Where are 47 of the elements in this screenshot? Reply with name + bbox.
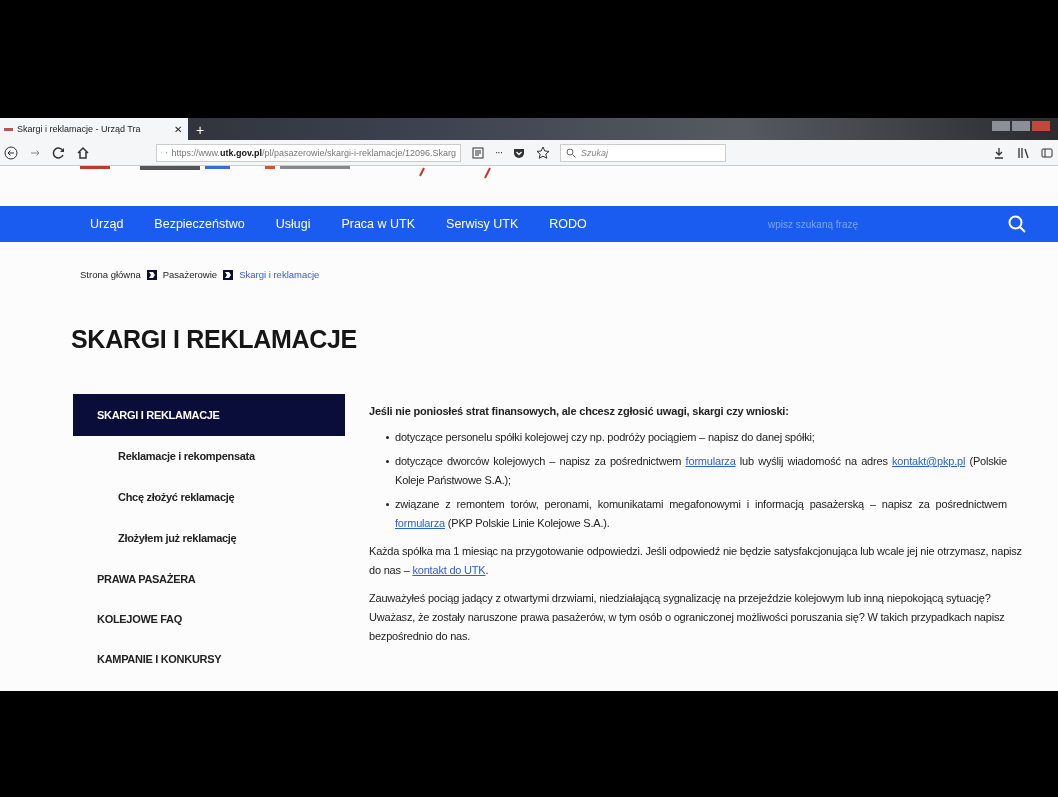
reload-icon[interactable] — [52, 145, 66, 160]
search-icon[interactable] — [1008, 215, 1026, 233]
nav-link[interactable]: RODO — [549, 217, 587, 231]
sidebar-item[interactable]: PRAWA PASAŻERA — [73, 559, 345, 599]
text-link[interactable]: formularza — [685, 455, 736, 467]
star-icon[interactable] — [536, 145, 550, 160]
breadcrumb-link[interactable]: Strona główna — [80, 269, 141, 280]
more-actions-button[interactable]: ··· — [495, 147, 502, 158]
browser-tab[interactable]: Skargi i reklamacje - Urząd Tra ✕ — [0, 118, 188, 140]
paragraph: Zauważyłeś pociąg jadący z otwartymi drzwiami, niedziałającą sygnalizację na przejeździe kolejowym lub inną niepokojącą sytuację? Uważasz, że zostały naruszone prawa pasażerów, w tym osób o ograniczonej możliwości poruszania się? W takich przypadkach napisz bezpośrednio do nas. — [369, 591, 1006, 644]
breadcrumb-separator-icon — [223, 269, 234, 280]
tab-title: Skargi i reklamacje - Urząd Tra — [17, 124, 142, 134]
page-title: SKARGI I REKLAMACJE — [71, 325, 358, 354]
search-input[interactable]: wpisz szukaną frazę — [768, 218, 968, 230]
home-icon[interactable] — [76, 145, 90, 160]
bullet-item: dotyczące personelu spółki kolejowej czy np. podróży pociągiem – napisz do danej spółki; — [386, 428, 1007, 447]
back-icon[interactable] — [4, 145, 18, 160]
breadcrumb-separator-icon — [146, 269, 157, 280]
sidebar-subitem[interactable]: Chcę złożyć reklamację — [73, 477, 345, 518]
nav-link[interactable]: Usługi — [275, 217, 311, 231]
nav-link[interactable]: Serwisy UTK — [446, 217, 519, 231]
download-icon[interactable] — [992, 145, 1006, 160]
breadcrumb-link[interactable]: Pasażerowie — [162, 269, 218, 280]
address-bar[interactable]: https://www.utk.gov.pl/pl/pasazerowie/skargi-i-reklamacje/12096.Skarg — [156, 143, 461, 162]
lead-text: Jeśli nie poniosłeś strat finansowych, ale chcesz zgłosić uwagi, skargi czy wnioski: — [369, 404, 790, 419]
bullet-item: dotyczące dworców kolejowych – napisz za pośrednictwem formularza lub wyślij wiadomość na adres kontakt@pkp.pl (Polskie Koleje Państwowe S.A.); — [386, 452, 1007, 490]
search-icon — [566, 147, 576, 158]
nav-link[interactable]: Urząd — [90, 217, 124, 231]
paragraph: Każda spółka ma 1 miesiąc na przygotowanie odpowiedzi. Jeśli odpowiedź nie będzie satysfakcjonująca lub wcale jej nie otrzymasz, napisz do nas – kontakt do UTK. — [369, 544, 1023, 578]
search-field[interactable]: Szukaj — [560, 143, 726, 162]
sidebar-subitem[interactable]: Złożyłem już reklamację — [73, 518, 345, 559]
text-link[interactable]: kontakt@pkp.pl — [892, 455, 966, 467]
bullet-item: związane z remontem torów, peronami, komunikatami megafonowymi i informacją pasażerską – napisz za pośrednictwem formularza (PKP Polskie Linie Kolejowe S.A.). — [386, 495, 1007, 533]
close-tab-button[interactable]: ✕ — [174, 123, 182, 135]
new-tab-button[interactable]: + — [188, 120, 213, 140]
sidebar-item[interactable]: KAMPANIE I KONKURSY — [73, 639, 345, 679]
sidebar-item[interactable]: SKARGI I REKLAMACJE — [73, 394, 345, 436]
sidebar-subitem[interactable]: Reklamacje i rekompensata — [73, 436, 345, 477]
breadcrumb-link[interactable]: Skargi i reklamacje — [239, 269, 320, 280]
reader-view-icon[interactable] — [471, 145, 485, 160]
window-controls-drawing[interactable] — [992, 121, 1050, 131]
library-icon[interactable] — [1016, 145, 1030, 160]
text-link[interactable]: formularza — [395, 517, 445, 529]
nav-link[interactable]: Bezpieczeństwo — [154, 217, 245, 231]
nav-link[interactable]: Praca w UTK — [341, 217, 416, 231]
sidebar-icon[interactable] — [1040, 145, 1054, 160]
sidebar-item[interactable]: KOLEJOWE FAQ — [73, 599, 345, 639]
